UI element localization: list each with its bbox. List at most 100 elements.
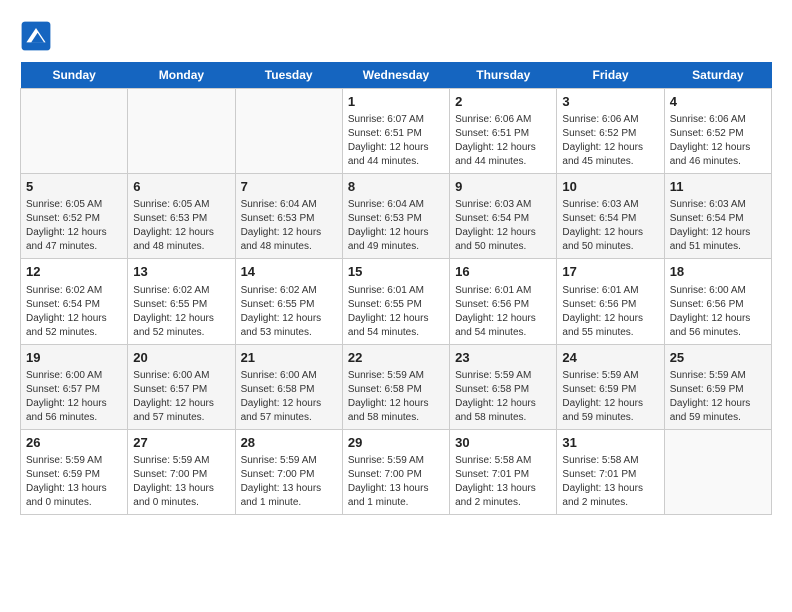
day-number: 8 [348,178,444,196]
day-number: 24 [562,349,658,367]
day-number: 13 [133,263,229,281]
day-number: 17 [562,263,658,281]
calendar-header: SundayMondayTuesdayWednesdayThursdayFrid… [21,62,772,89]
calendar-day-cell: 15 Sunrise: 6:01 AMSunset: 6:55 PMDayligh… [342,259,449,344]
day-number: 27 [133,434,229,452]
calendar-day-cell: 27 Sunrise: 5:59 AMSunset: 7:00 PMDayligh… [128,429,235,514]
calendar-day-cell: 9 Sunrise: 6:03 AMSunset: 6:54 PMDaylight… [450,174,557,259]
day-info: Sunrise: 6:02 AMSunset: 6:54 PMDaylight:… [26,284,122,340]
day-info: Sunrise: 6:00 AMSunset: 6:56 PMDaylight:… [670,284,766,340]
day-number: 26 [26,434,122,452]
day-number: 5 [26,178,122,196]
weekday-header: Sunday [21,62,128,89]
day-number: 29 [348,434,444,452]
calendar-day-cell: 7 Sunrise: 6:04 AMSunset: 6:53 PMDaylight… [235,174,342,259]
logo [20,20,56,52]
day-number: 18 [670,263,766,281]
calendar-day-cell: 23 Sunrise: 5:59 AMSunset: 6:58 PMDayligh… [450,344,557,429]
day-info: Sunrise: 5:59 AMSunset: 6:59 PMDaylight:… [562,369,658,425]
calendar-table: SundayMondayTuesdayWednesdayThursdayFrid… [20,62,772,515]
page-header [20,20,772,52]
calendar-day-cell: 29 Sunrise: 5:59 AMSunset: 7:00 PMDayligh… [342,429,449,514]
day-number: 22 [348,349,444,367]
day-number: 9 [455,178,551,196]
day-number: 15 [348,263,444,281]
day-info: Sunrise: 6:03 AMSunset: 6:54 PMDaylight:… [562,198,658,254]
day-number: 10 [562,178,658,196]
day-info: Sunrise: 6:01 AMSunset: 6:55 PMDaylight:… [348,284,444,340]
calendar-day-cell: 14Sunrise: 6:02 AMSunset: 6:55 PMDayligh… [235,259,342,344]
day-info: Sunrise: 5:59 AMSunset: 6:58 PMDaylight:… [455,369,551,425]
day-info: Sunrise: 6:01 AMSunset: 6:56 PMDaylight:… [455,284,551,340]
day-number: 25 [670,349,766,367]
calendar-day-cell: 17 Sunrise: 6:01 AMSunset: 6:56 PMDayligh… [557,259,664,344]
day-number: 3 [562,93,658,111]
day-number: 12 [26,263,122,281]
day-number: 7 [241,178,337,196]
day-number: 11 [670,178,766,196]
day-info: Sunrise: 5:59 AMSunset: 7:00 PMDaylight:… [241,454,337,510]
day-number: 2 [455,93,551,111]
weekday-header: Friday [557,62,664,89]
calendar-week-row: 1Sunrise: 6:07 AMSunset: 6:51 PMDaylight… [21,89,772,174]
weekday-header: Thursday [450,62,557,89]
day-info: Sunrise: 5:59 AMSunset: 7:00 PMDaylight:… [348,454,444,510]
day-info: Sunrise: 6:05 AMSunset: 6:53 PMDaylight:… [133,198,229,254]
calendar-day-cell: 13Sunrise: 6:02 AMSunset: 6:55 PMDayligh… [128,259,235,344]
calendar-day-cell: 3 Sunrise: 6:06 AMSunset: 6:52 PMDaylight… [557,89,664,174]
calendar-week-row: 5Sunrise: 6:05 AMSunset: 6:52 PMDaylight… [21,174,772,259]
day-number: 19 [26,349,122,367]
weekday-row: SundayMondayTuesdayWednesdayThursdayFrid… [21,62,772,89]
day-info: Sunrise: 6:01 AMSunset: 6:56 PMDaylight:… [562,284,658,340]
day-number: 16 [455,263,551,281]
calendar-day-cell: 10 Sunrise: 6:03 AMSunset: 6:54 PMDayligh… [557,174,664,259]
day-info: Sunrise: 5:59 AMSunset: 6:58 PMDaylight:… [348,369,444,425]
calendar-day-cell: 24 Sunrise: 5:59 AMSunset: 6:59 PMDayligh… [557,344,664,429]
calendar-day-cell: 8Sunrise: 6:04 AMSunset: 6:53 PMDaylight… [342,174,449,259]
day-info: Sunrise: 6:03 AMSunset: 6:54 PMDaylight:… [455,198,551,254]
day-info: Sunrise: 6:04 AMSunset: 6:53 PMDaylight:… [241,198,337,254]
calendar-day-cell: 4 Sunrise: 6:06 AMSunset: 6:52 PMDaylight… [664,89,771,174]
day-number: 31 [562,434,658,452]
calendar-day-cell: 20 Sunrise: 6:00 AMSunset: 6:57 PMDayligh… [128,344,235,429]
day-number: 4 [670,93,766,111]
day-info: Sunrise: 6:00 AMSunset: 6:58 PMDaylight:… [241,369,337,425]
calendar-day-cell [235,89,342,174]
calendar-day-cell: 2Sunrise: 6:06 AMSunset: 6:51 PMDaylight… [450,89,557,174]
day-info: Sunrise: 6:00 AMSunset: 6:57 PMDaylight:… [26,369,122,425]
day-info: Sunrise: 5:58 AMSunset: 7:01 PMDaylight:… [455,454,551,510]
weekday-header: Tuesday [235,62,342,89]
day-number: 28 [241,434,337,452]
day-number: 6 [133,178,229,196]
day-number: 23 [455,349,551,367]
day-number: 20 [133,349,229,367]
calendar-day-cell: 22 Sunrise: 5:59 AMSunset: 6:58 PMDayligh… [342,344,449,429]
calendar-day-cell [128,89,235,174]
day-number: 14 [241,263,337,281]
day-info: Sunrise: 6:06 AMSunset: 6:52 PMDaylight:… [562,113,658,169]
calendar-day-cell: 28 Sunrise: 5:59 AMSunset: 7:00 PMDayligh… [235,429,342,514]
calendar-day-cell: 26 Sunrise: 5:59 AMSunset: 6:59 PMDayligh… [21,429,128,514]
calendar-body: 1Sunrise: 6:07 AMSunset: 6:51 PMDaylight… [21,89,772,515]
day-info: Sunrise: 5:59 AMSunset: 6:59 PMDaylight:… [670,369,766,425]
day-info: Sunrise: 6:06 AMSunset: 6:52 PMDaylight:… [670,113,766,169]
calendar-day-cell: 19 Sunrise: 6:00 AMSunset: 6:57 PMDayligh… [21,344,128,429]
calendar-day-cell: 31Sunrise: 5:58 AMSunset: 7:01 PMDayligh… [557,429,664,514]
calendar-day-cell: 12 Sunrise: 6:02 AMSunset: 6:54 PMDayligh… [21,259,128,344]
calendar-day-cell: 16 Sunrise: 6:01 AMSunset: 6:56 PMDayligh… [450,259,557,344]
calendar-day-cell: 11 Sunrise: 6:03 AMSunset: 6:54 PMDayligh… [664,174,771,259]
calendar-day-cell: 18 Sunrise: 6:00 AMSunset: 6:56 PMDayligh… [664,259,771,344]
day-info: Sunrise: 6:03 AMSunset: 6:54 PMDaylight:… [670,198,766,254]
day-info: Sunrise: 5:59 AMSunset: 7:00 PMDaylight:… [133,454,229,510]
calendar-day-cell: 25 Sunrise: 5:59 AMSunset: 6:59 PMDayligh… [664,344,771,429]
calendar-day-cell: 30Sunrise: 5:58 AMSunset: 7:01 PMDayligh… [450,429,557,514]
day-number: 21 [241,349,337,367]
day-info: Sunrise: 5:59 AMSunset: 6:59 PMDaylight:… [26,454,122,510]
day-info: Sunrise: 6:00 AMSunset: 6:57 PMDaylight:… [133,369,229,425]
day-info: Sunrise: 6:07 AMSunset: 6:51 PMDaylight:… [348,113,444,169]
weekday-header: Monday [128,62,235,89]
calendar-week-row: 26 Sunrise: 5:59 AMSunset: 6:59 PMDayligh… [21,429,772,514]
weekday-header: Wednesday [342,62,449,89]
calendar-day-cell: 5Sunrise: 6:05 AMSunset: 6:52 PMDaylight… [21,174,128,259]
calendar-day-cell [664,429,771,514]
